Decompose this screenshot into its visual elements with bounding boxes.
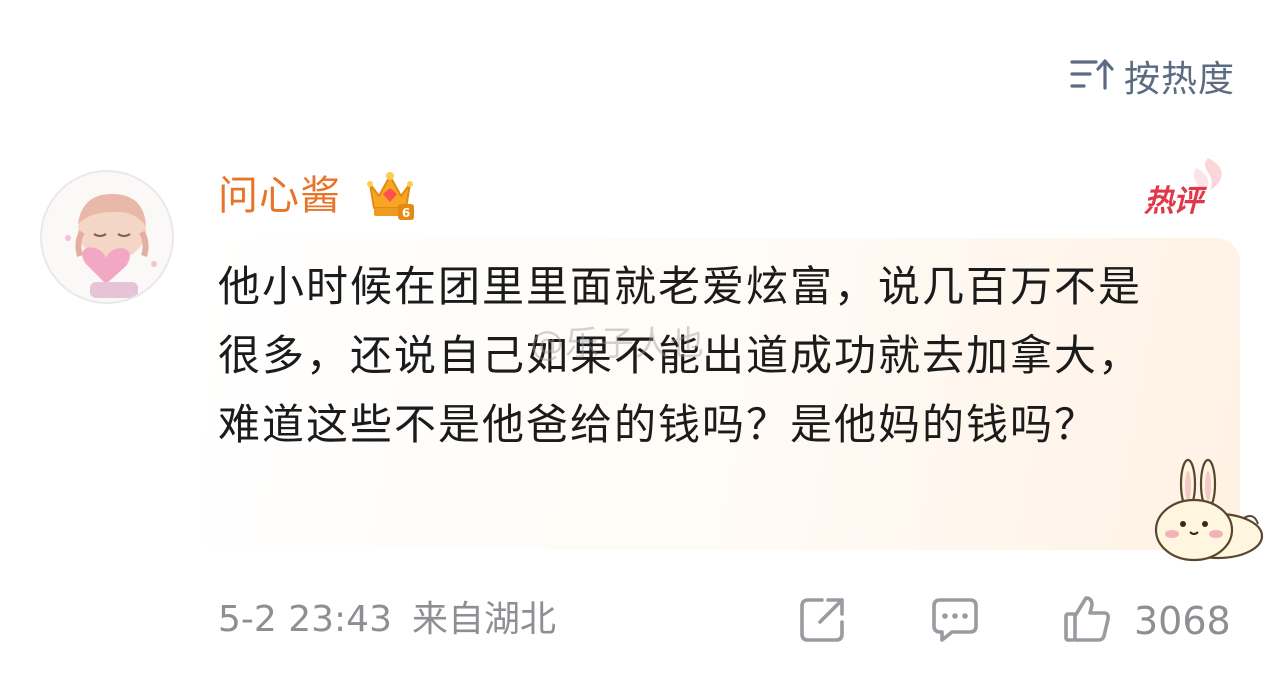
like-count: 3068	[1134, 599, 1231, 643]
hot-comment-tag: 热评	[1138, 156, 1228, 219]
sort-icon	[1070, 57, 1114, 95]
vip-crown-badge-icon: 6	[364, 166, 416, 222]
thumbs-up-icon	[1062, 594, 1112, 648]
comment-meta: 5-2 23:43 来自湖北	[218, 596, 556, 644]
avatar[interactable]	[40, 170, 174, 304]
watermark: @乐子人也	[530, 324, 705, 364]
bunny-sticker-icon	[1148, 458, 1266, 568]
like-button[interactable]: 3068	[1062, 594, 1231, 648]
comment-location: 来自湖北	[412, 599, 557, 640]
hot-comment-label: 热评	[1144, 184, 1203, 219]
sort-by-hot-button[interactable]: 按热度	[1070, 52, 1235, 100]
share-icon	[798, 598, 848, 648]
username[interactable]: 问心酱	[218, 170, 341, 222]
comment-icon	[930, 598, 980, 648]
comment-button[interactable]	[930, 594, 980, 648]
share-button[interactable]	[798, 594, 848, 648]
sort-label: 按热度	[1123, 59, 1235, 100]
comment-timestamp: 5-2 23:43	[218, 599, 392, 640]
svg-text:6: 6	[402, 206, 410, 220]
